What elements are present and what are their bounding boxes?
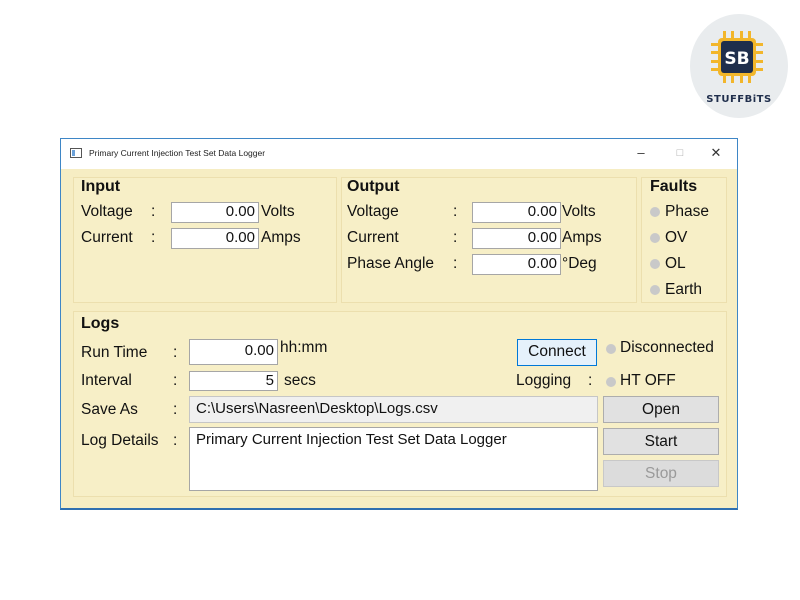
- output-phase-label: Phase Angle: [347, 255, 435, 272]
- output-header: Output: [347, 178, 400, 195]
- run-time-unit: hh:mm: [280, 339, 328, 356]
- input-voltage-unit: Volts: [261, 203, 295, 220]
- stuffbits-logo: SB STUFFBiTS: [690, 14, 788, 118]
- input-voltage-label: Voltage: [81, 203, 133, 220]
- connect-button[interactable]: Connect: [517, 339, 597, 366]
- svg-text:SB: SB: [724, 49, 749, 69]
- close-button[interactable]: ✕: [706, 145, 726, 161]
- output-phase-field[interactable]: 0.00: [472, 254, 561, 275]
- fault-earth-label: Earth: [665, 281, 703, 298]
- logging-status-label: HT OFF: [620, 372, 676, 389]
- chip-logo-icon: SB: [711, 31, 763, 83]
- interval-sep: :: [173, 372, 178, 389]
- save-as-label: Save As: [81, 401, 138, 418]
- maximize-button[interactable]: □: [670, 147, 690, 159]
- logging-status-indicator: [606, 377, 616, 387]
- save-as-path-field[interactable]: C:\Users\Nasreen\Desktop\Logs.csv: [189, 396, 598, 423]
- title-bar: Primary Current Injection Test Set Data …: [61, 139, 737, 169]
- output-current-field[interactable]: 0.00: [472, 228, 561, 249]
- log-details-sep: :: [173, 432, 178, 449]
- output-voltage-unit: Volts: [562, 203, 596, 220]
- interval-unit: secs: [284, 372, 316, 389]
- connection-status-indicator: [606, 344, 616, 354]
- window-title: Primary Current Injection Test Set Data …: [89, 148, 266, 158]
- logging-label: Logging: [516, 372, 572, 389]
- interval-label: Interval: [81, 372, 132, 389]
- input-voltage-sep: :: [151, 203, 156, 220]
- output-current-label: Current: [347, 229, 399, 246]
- fault-ol-label: OL: [665, 255, 686, 272]
- input-current-unit: Amps: [261, 229, 301, 246]
- output-phase-unit: °Deg: [562, 255, 597, 272]
- interval-field[interactable]: 5: [189, 371, 278, 391]
- logging-sep: :: [588, 372, 593, 389]
- fault-phase-label: Phase: [665, 203, 709, 220]
- output-voltage-label: Voltage: [347, 203, 399, 220]
- fault-ov-label: OV: [665, 229, 688, 246]
- output-voltage-field[interactable]: 0.00: [472, 202, 561, 223]
- output-phase-sep: :: [453, 255, 458, 272]
- open-button[interactable]: Open: [603, 396, 719, 423]
- fault-earth-indicator: [650, 285, 660, 295]
- brand-name: STUFFBiTS: [706, 94, 772, 105]
- app-window: Primary Current Injection Test Set Data …: [60, 138, 738, 510]
- run-time-sep: :: [173, 344, 178, 361]
- run-time-field[interactable]: 0.00: [189, 339, 278, 365]
- minimize-button[interactable]: –: [631, 145, 651, 160]
- save-as-sep: :: [173, 401, 178, 418]
- stop-button[interactable]: Stop: [603, 460, 719, 487]
- output-current-sep: :: [453, 229, 458, 246]
- fault-ol-indicator: [650, 259, 660, 269]
- log-details-label: Log Details: [81, 432, 159, 449]
- input-current-sep: :: [151, 229, 156, 246]
- app-window-icon: [70, 148, 82, 158]
- logs-header: Logs: [81, 315, 120, 332]
- log-details-textarea[interactable]: Primary Current Injection Test Set Data …: [189, 427, 598, 491]
- run-time-label: Run Time: [81, 344, 148, 361]
- output-current-unit: Amps: [562, 229, 602, 246]
- connection-status-label: Disconnected: [620, 339, 714, 356]
- input-current-label: Current: [81, 229, 133, 246]
- fault-ov-indicator: [650, 233, 660, 243]
- start-button[interactable]: Start: [603, 428, 719, 455]
- faults-header: Faults: [650, 178, 698, 195]
- input-header: Input: [81, 178, 121, 195]
- output-voltage-sep: :: [453, 203, 458, 220]
- input-voltage-field[interactable]: 0.00: [171, 202, 259, 223]
- fault-phase-indicator: [650, 207, 660, 217]
- input-current-field[interactable]: 0.00: [171, 228, 259, 249]
